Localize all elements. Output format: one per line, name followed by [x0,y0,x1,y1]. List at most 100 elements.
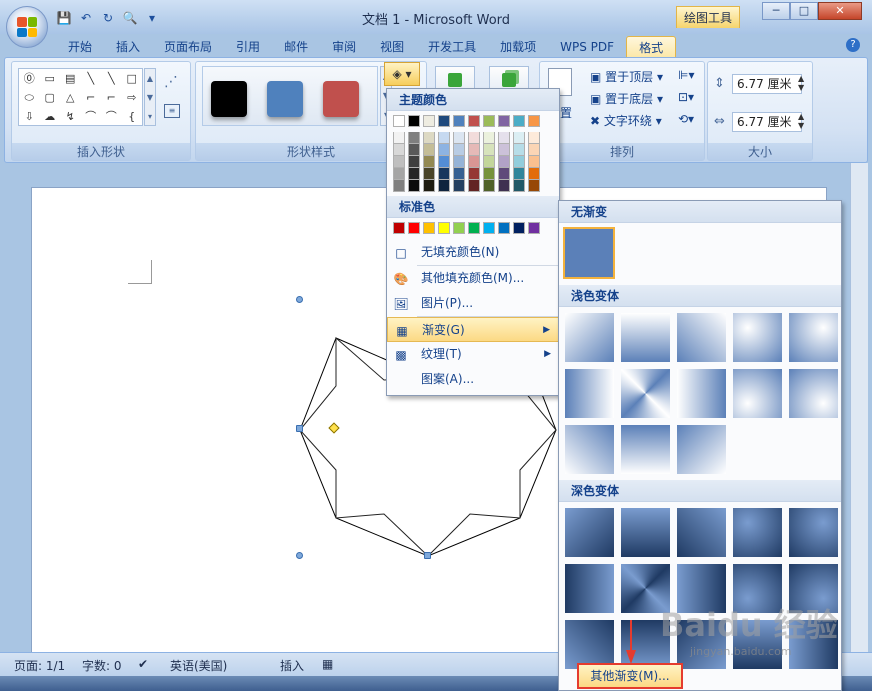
color-swatch[interactable] [513,144,525,156]
color-swatch[interactable] [438,132,450,144]
fill-menu-item[interactable]: ▦ 渐变(G) ▶ [387,317,559,342]
color-swatch[interactable] [513,168,525,180]
color-swatch[interactable] [408,180,420,192]
light-gradient-swatch[interactable] [565,313,614,362]
color-swatch[interactable] [468,156,480,168]
dark-gradient-swatch[interactable] [565,564,614,613]
color-swatch[interactable] [393,115,405,127]
light-gradient-swatch[interactable] [733,369,782,418]
color-swatch[interactable] [498,144,510,156]
light-gradient-swatch[interactable] [621,425,670,474]
color-swatch[interactable] [483,180,495,192]
color-swatch[interactable] [498,115,510,127]
fill-menu-item[interactable]: 🎨 其他填充颜色(M)... [387,266,559,291]
color-swatch[interactable] [438,144,450,156]
color-swatch[interactable] [393,156,405,168]
color-swatch[interactable] [483,156,495,168]
color-swatch[interactable] [453,156,465,168]
color-swatch[interactable] [453,144,465,156]
color-swatch[interactable] [408,222,420,234]
color-swatch[interactable] [393,180,405,192]
no-gradient-swatch[interactable] [563,227,615,279]
color-swatch[interactable] [423,156,435,168]
resize-handle-top-left[interactable] [296,296,303,303]
color-swatch[interactable] [438,180,450,192]
dark-gradient-swatch[interactable] [621,508,670,557]
color-swatch[interactable] [453,180,465,192]
color-swatch[interactable] [423,168,435,180]
color-swatch[interactable] [438,222,450,234]
color-swatch[interactable] [408,156,420,168]
color-swatch[interactable] [498,180,510,192]
light-gradient-swatch[interactable] [733,313,782,362]
color-swatch[interactable] [423,180,435,192]
color-swatch[interactable] [483,168,495,180]
color-swatch[interactable] [468,132,480,144]
color-swatch[interactable] [453,222,465,234]
resize-handle-left[interactable] [296,425,303,432]
color-swatch[interactable] [468,222,480,234]
color-swatch[interactable] [528,180,540,192]
color-swatch[interactable] [393,144,405,156]
color-swatch[interactable] [468,168,480,180]
color-swatch[interactable] [393,168,405,180]
color-swatch[interactable] [498,168,510,180]
color-swatch[interactable] [483,222,495,234]
color-swatch[interactable] [528,144,540,156]
light-gradient-swatch[interactable] [565,425,614,474]
light-gradient-swatch[interactable] [565,369,614,418]
color-swatch[interactable] [483,115,495,127]
light-gradient-swatch[interactable] [621,369,670,418]
color-swatch[interactable] [423,132,435,144]
color-swatch[interactable] [438,115,450,127]
color-swatch[interactable] [408,132,420,144]
color-swatch[interactable] [408,115,420,127]
color-swatch[interactable] [528,115,540,127]
resize-handle-bottom[interactable] [424,552,431,559]
color-swatch[interactable] [408,168,420,180]
color-swatch[interactable] [453,168,465,180]
light-gradient-swatch[interactable] [677,369,726,418]
color-swatch[interactable] [438,168,450,180]
color-swatch[interactable] [408,144,420,156]
more-gradients-button[interactable]: 其他渐变(M)... [577,663,683,689]
light-gradient-swatch[interactable] [621,313,670,362]
color-swatch[interactable] [528,156,540,168]
color-swatch[interactable] [423,222,435,234]
light-gradient-swatch[interactable] [789,369,838,418]
color-swatch[interactable] [528,132,540,144]
fill-menu-item[interactable]: 🖼 图片(P)... [387,291,559,316]
color-swatch[interactable] [528,168,540,180]
dark-gradient-swatch[interactable] [565,620,614,669]
light-gradient-swatch[interactable] [677,313,726,362]
office-button[interactable] [6,6,48,48]
resize-handle-bottom-left[interactable] [296,552,303,559]
color-swatch[interactable] [483,132,495,144]
color-swatch[interactable] [483,144,495,156]
color-swatch[interactable] [423,115,435,127]
light-gradient-swatch[interactable] [677,425,726,474]
color-swatch[interactable] [513,115,525,127]
color-swatch[interactable] [468,180,480,192]
color-swatch[interactable] [468,115,480,127]
color-swatch[interactable] [393,222,405,234]
color-swatch[interactable] [468,144,480,156]
dark-gradient-swatch[interactable] [733,508,782,557]
color-swatch[interactable] [513,180,525,192]
color-swatch[interactable] [513,132,525,144]
color-swatch[interactable] [453,115,465,127]
color-swatch[interactable] [453,132,465,144]
fill-menu-item[interactable]: 图案(A)... [387,367,559,392]
fill-menu-item[interactable]: ▩ 纹理(T) ▶ [387,342,559,367]
color-swatch[interactable] [423,144,435,156]
dark-gradient-swatch[interactable] [789,508,838,557]
color-swatch[interactable] [438,156,450,168]
color-swatch[interactable] [498,222,510,234]
color-swatch[interactable] [528,222,540,234]
color-swatch[interactable] [513,222,525,234]
color-swatch[interactable] [498,156,510,168]
light-gradient-swatch[interactable] [789,313,838,362]
color-swatch[interactable] [393,132,405,144]
color-swatch[interactable] [513,156,525,168]
dark-gradient-swatch[interactable] [565,508,614,557]
